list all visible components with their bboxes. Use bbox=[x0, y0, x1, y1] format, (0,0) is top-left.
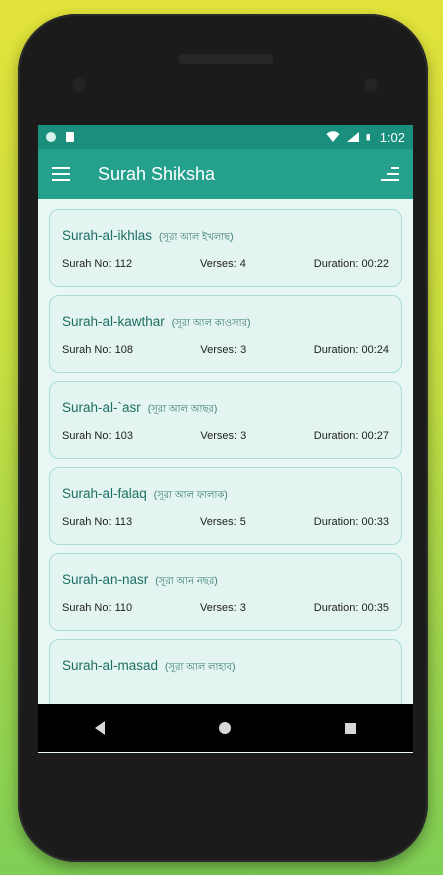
surah-name: Surah-al-ikhlas bbox=[62, 228, 153, 243]
surah-title-row: Surah-al-`asr (সূরা আল আছর) bbox=[62, 400, 217, 419]
app-screen: 1:02 Surah Shiksha Surah-al-ikhlas (সূরা… bbox=[38, 125, 413, 753]
surah-duration: Duration: 00:33 bbox=[313, 516, 389, 528]
surah-list: Surah-al-ikhlas (সূরা আল ইখলাছ) Surah No… bbox=[38, 199, 413, 717]
surah-meta: Surah No: 103 Verses: 3 Duration: 00:27 bbox=[62, 430, 389, 442]
surah-title-row: Surah-al-kawthar (সূরা আল কাওসার) bbox=[62, 314, 250, 333]
list-item[interactable]: Surah-an-nasr (সূরা আন নছর) Surah No: 11… bbox=[49, 553, 402, 631]
surah-verses: Verses: 3 bbox=[200, 430, 247, 442]
surah-verses: Verses: 3 bbox=[200, 602, 246, 614]
surah-number: Surah No: 103 bbox=[62, 430, 133, 442]
surah-meta: Surah No: 113 Verses: 5 Duration: 00:33 bbox=[62, 516, 389, 528]
surah-name: Surah-al-masad bbox=[62, 658, 159, 673]
list-item[interactable]: Surah-al-ikhlas (সূরা আল ইখলাছ) Surah No… bbox=[49, 209, 402, 287]
list-item[interactable]: Surah-al-`asr (সূরা আল আছর) Surah No: 10… bbox=[49, 381, 402, 459]
surah-verses: Verses: 5 bbox=[200, 516, 246, 528]
surah-duration: Duration: 00:27 bbox=[313, 430, 389, 442]
signal-icon bbox=[346, 132, 359, 142]
surah-duration: Duration: 00:24 bbox=[313, 344, 389, 356]
surah-duration: Duration: 00:35 bbox=[313, 602, 389, 614]
list-item[interactable]: Surah-al-kawthar (সূরা আল কাওসার) Surah … bbox=[49, 295, 402, 373]
battery-icon bbox=[366, 134, 370, 141]
sort-icon[interactable] bbox=[381, 167, 399, 181]
surah-title-row: Surah-an-nasr (সূরা আন নছর) bbox=[62, 572, 218, 591]
app-title: Surah Shiksha bbox=[98, 163, 216, 184]
notification-dot-icon bbox=[46, 132, 56, 142]
surah-title-row: Surah-al-ikhlas (সূরা আল ইখলাছ) bbox=[62, 228, 234, 247]
wifi-icon bbox=[326, 131, 340, 142]
surah-number: Surah No: 110 bbox=[62, 602, 133, 614]
surah-number: Surah No: 113 bbox=[62, 516, 133, 528]
front-camera bbox=[364, 78, 378, 92]
surah-name: Surah-al-kawthar bbox=[62, 314, 165, 329]
surah-number: Surah No: 112 bbox=[62, 258, 133, 270]
system-nav-bar bbox=[38, 704, 413, 752]
surah-bangla-name: (সূরা আল কাওসার) bbox=[171, 318, 251, 329]
surah-bangla-name: (সূরা আল ফালাক) bbox=[153, 490, 228, 501]
surah-bangla-name: (সূরা আল আছর) bbox=[147, 404, 218, 415]
surah-meta: Surah No: 112 Verses: 4 Duration: 00:22 bbox=[62, 258, 389, 270]
surah-title-row: Surah-al-falaq (সূরা আল ফালাক) bbox=[62, 486, 228, 505]
sd-card-icon bbox=[66, 132, 74, 142]
surah-duration: Duration: 00:22 bbox=[313, 258, 389, 270]
back-icon[interactable] bbox=[95, 721, 105, 735]
surah-verses: Verses: 4 bbox=[200, 258, 246, 270]
surah-bangla-name: (সূরা আল লাহাব) bbox=[165, 662, 236, 673]
surah-meta: Surah No: 108 Verses: 3 Duration: 00:24 bbox=[62, 344, 389, 356]
surah-title-row: Surah-al-masad (সূরা আল লাহাব) bbox=[62, 658, 235, 677]
menu-icon[interactable] bbox=[52, 167, 70, 181]
surah-bangla-name: (সূরা আন নছর) bbox=[155, 576, 218, 587]
app-toolbar: Surah Shiksha bbox=[38, 149, 413, 199]
surah-name: Surah-al-`asr bbox=[62, 400, 141, 415]
recent-apps-icon[interactable] bbox=[345, 722, 356, 734]
surah-number: Surah No: 108 bbox=[62, 344, 133, 356]
surah-bangla-name: (সূরা আল ইখলাছ) bbox=[159, 232, 234, 243]
surah-meta: Surah No: 110 Verses: 3 Duration: 00:35 bbox=[62, 602, 389, 614]
list-item[interactable]: Surah-al-falaq (সূরা আল ফালাক) Surah No:… bbox=[49, 467, 402, 545]
surah-name: Surah-an-nasr bbox=[62, 572, 149, 587]
surah-verses: Verses: 3 bbox=[200, 344, 247, 356]
earpiece-speaker bbox=[178, 54, 274, 64]
surah-name: Surah-al-falaq bbox=[62, 486, 147, 501]
status-bar: 1:02 bbox=[38, 125, 413, 149]
front-sensor-dot bbox=[72, 78, 86, 92]
home-icon[interactable] bbox=[219, 722, 231, 734]
status-time: 1:02 bbox=[379, 129, 405, 145]
